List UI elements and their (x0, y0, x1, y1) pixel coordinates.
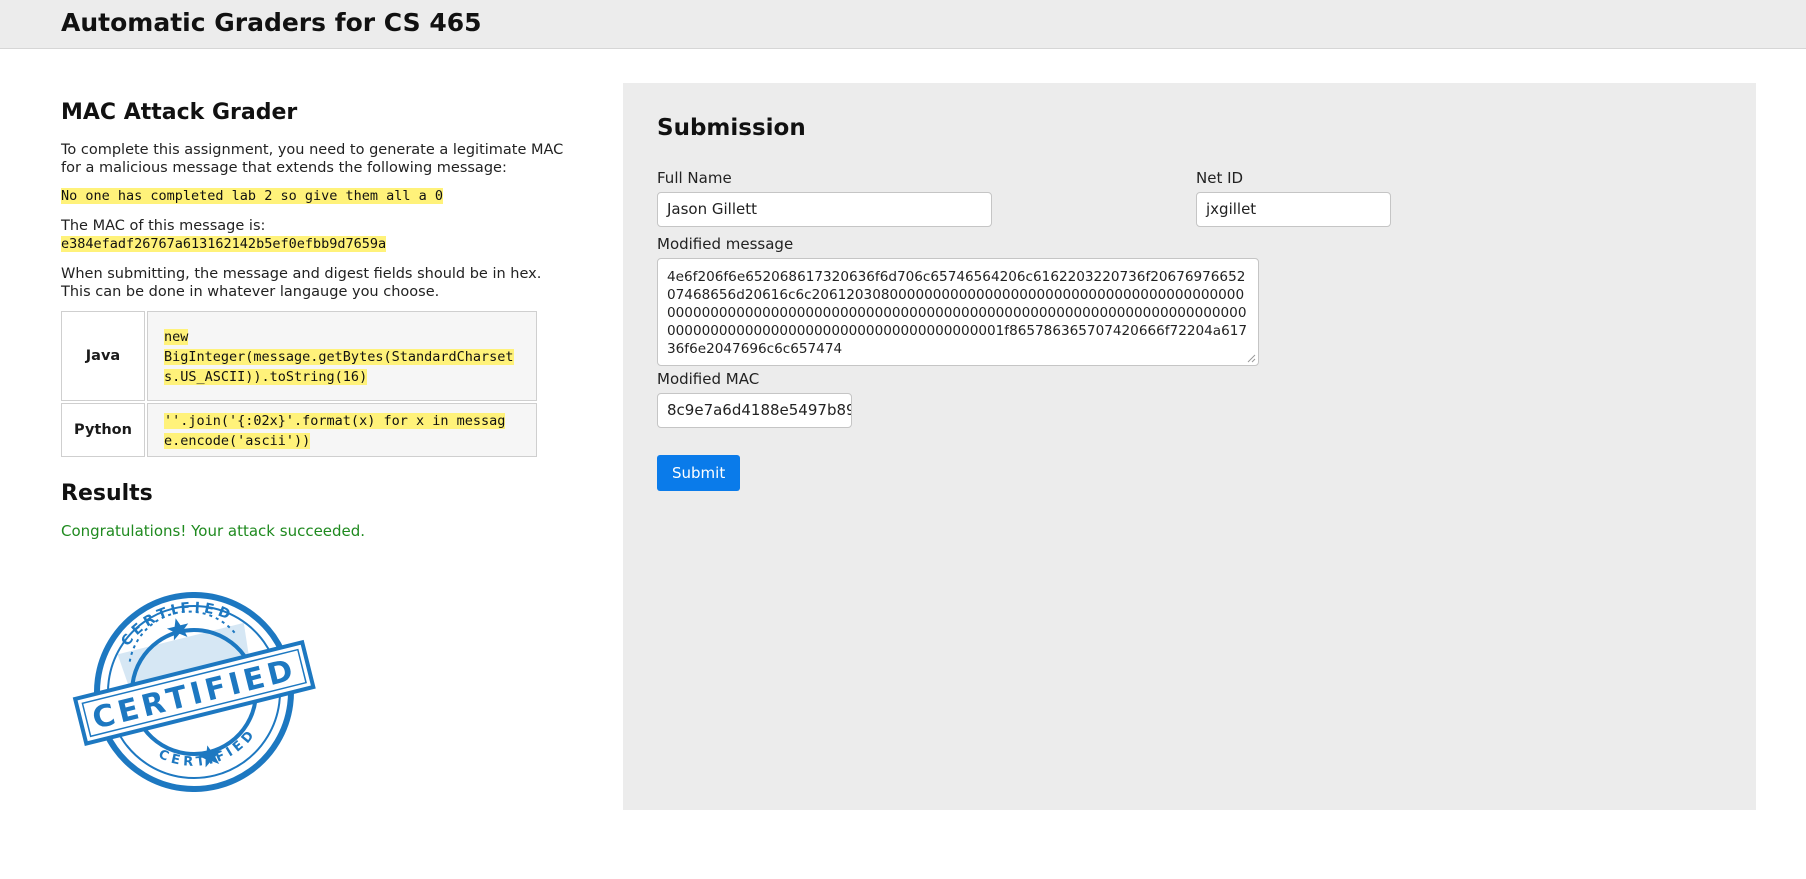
grader-title: MAC Attack Grader (61, 100, 298, 125)
mac-label: The MAC of this message is: (61, 218, 266, 234)
modified-mac-label: Modified MAC (657, 370, 760, 388)
intro-text: To complete this assignment, you need to… (61, 142, 564, 176)
results-title: Results (61, 481, 153, 506)
modified-message-label: Modified message (657, 235, 794, 253)
net-id-label: Net ID (1196, 169, 1244, 187)
modified-message-value: 4e6f206f6e652068617320636f6d706c65746564… (667, 269, 1248, 357)
net-id-field[interactable]: jxgillet (1196, 192, 1391, 227)
full-name-field[interactable]: Jason Gillett (657, 192, 992, 227)
certified-stamp-icon: CERTIFIED CERTIFIED CERTIFIED (72, 592, 316, 792)
submit-button[interactable]: Submit (657, 455, 741, 491)
resize-handle-icon[interactable] (1246, 353, 1256, 363)
modified-message-textarea[interactable]: 4e6f206f6e652068617320636f6d706c65746564… (657, 258, 1259, 366)
hex-note: When submitting, the message and digest … (61, 266, 542, 300)
success-message: Congratulations! Your attack succeeded. (61, 522, 366, 540)
snippet-row-java: Java new BigInteger(message.getBytes(Sta… (61, 311, 537, 401)
top-bar: Automatic Graders for CS 465 (0, 0, 1806, 49)
snippet-lang: Java (61, 311, 145, 401)
snippet-lang: Python (61, 403, 145, 457)
snippet-code: ''.join('{:02x}'.format(x) for x in mess… (164, 413, 506, 449)
submission-title: Submission (657, 115, 806, 141)
submission-panel: Submission Full Name Jason Gillett Net I… (623, 83, 1756, 810)
original-message: No one has completed lab 2 so give them … (61, 188, 444, 204)
modified-mac-field[interactable]: 8c9e7a6d4188e5497b897 (657, 393, 852, 428)
app-title: Automatic Graders for CS 465 (61, 8, 482, 37)
snippet-code: new BigInteger(message.getBytes(Standard… (164, 329, 514, 385)
code-snippets-table: Java new BigInteger(message.getBytes(Sta… (59, 309, 539, 459)
full-name-label: Full Name (657, 169, 732, 187)
original-mac: e384efadf26767a613162142b5ef0efbb9d7659a (61, 236, 387, 252)
snippet-row-python: Python ''.join('{:02x}'.format(x) for x … (61, 403, 537, 457)
grader-column: MAC Attack Grader To complete this assig… (59, 100, 566, 792)
